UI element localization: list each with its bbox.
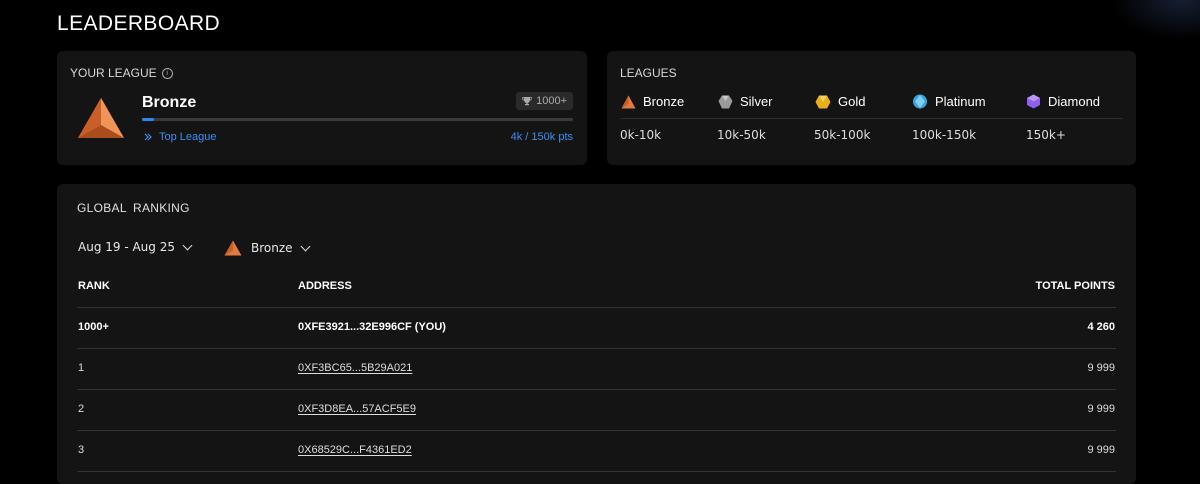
- current-league-name: Bronze: [142, 94, 197, 111]
- top-league-link[interactable]: Top League: [144, 131, 217, 143]
- table-row-address-link[interactable]: 0X68529C...F4361ED2: [298, 444, 412, 456]
- league-name-platinum: Platinum: [935, 94, 986, 109]
- league-range-gold: 50k-100k: [814, 128, 871, 142]
- table-row-rank: 3: [78, 444, 85, 456]
- league-dropdown[interactable]: Bronze: [224, 240, 310, 256]
- silver-gem-icon: [718, 95, 733, 108]
- league-name-silver: Silver: [740, 94, 773, 109]
- your-league-header: YOUR LEAGUE i: [70, 66, 173, 80]
- league-progress-bar: [142, 118, 573, 121]
- chevron-down-icon: [300, 241, 310, 251]
- points-progress-text: 4k / 150k pts: [510, 131, 573, 143]
- league-progress-fill: [142, 118, 154, 121]
- column-header-rank: RANK: [78, 280, 110, 292]
- league-range-bronze: 0k-10k: [620, 128, 662, 142]
- table-row-points: 9 999: [1087, 362, 1115, 374]
- table-row-rank: 1: [78, 362, 85, 374]
- rank-badge: 1000+: [516, 92, 573, 110]
- global-ranking-card: GLOBAL RANKING Aug 19 - Aug 25 Bronze RA…: [57, 184, 1136, 484]
- league-name-gold: Gold: [838, 94, 866, 109]
- corner-glow: [1110, 0, 1200, 40]
- page-title: LEADERBOARD: [57, 12, 221, 35]
- table-row-divider: [77, 430, 1116, 431]
- your-league-title: YOUR LEAGUE: [70, 66, 157, 80]
- leagues-list: Bronze Silver Gold Platinum Diamond: [620, 94, 1123, 118]
- table-row-divider: [77, 471, 1116, 472]
- league-name-bronze: Bronze: [643, 94, 685, 109]
- your-league-card: YOUR LEAGUE i Bronze 1000+ Top League 4k…: [57, 51, 587, 165]
- platinum-gem-icon: [913, 94, 927, 109]
- double-chevron-right-icon: [144, 133, 152, 141]
- table-row-address-link[interactable]: 0XF3BC65...5B29A021: [298, 362, 412, 374]
- table-row-rank: 1000+: [78, 321, 109, 333]
- league-item-platinum: Platinum: [912, 94, 986, 109]
- trophy-icon: [522, 97, 532, 106]
- table-row-rank: 2: [78, 403, 85, 415]
- bronze-league-badge-icon: [78, 98, 124, 138]
- league-range-silver: 10k-50k: [717, 128, 766, 142]
- top-league-label: Top League: [159, 131, 217, 143]
- leagues-card: LEAGUES Bronze Silver Gold Platinum Diam…: [607, 51, 1136, 165]
- table-row-divider: [77, 389, 1116, 390]
- leagues-divider: [620, 118, 1123, 119]
- table-row-address-link[interactable]: 0XF3D8EA...57ACF5E9: [298, 403, 416, 415]
- column-header-address: ADDRESS: [298, 280, 352, 292]
- league-range-platinum: 100k-150k: [912, 128, 977, 142]
- table-row-points: 9 999: [1087, 444, 1115, 456]
- global-ranking-title: GLOBAL RANKING: [77, 201, 190, 215]
- column-header-total-points: TOTAL POINTS: [1035, 280, 1115, 292]
- table-row-address-you: 0XFE3921...32E996CF (YOU): [298, 321, 446, 333]
- bronze-pyramid-icon: [621, 95, 636, 108]
- date-range-value: Aug 19 - Aug 25: [78, 240, 175, 254]
- info-icon[interactable]: i: [161, 67, 173, 79]
- league-item-diamond: Diamond: [1026, 94, 1100, 109]
- league-range-diamond: 150k+: [1026, 128, 1066, 142]
- rank-badge-text: 1000+: [536, 95, 567, 107]
- bronze-pyramid-icon: [224, 240, 242, 256]
- league-item-bronze: Bronze: [621, 94, 684, 109]
- chevron-down-icon: [182, 240, 193, 250]
- league-item-gold: Gold: [815, 94, 865, 109]
- table-header-divider: [77, 307, 1116, 308]
- date-range-dropdown[interactable]: Aug 19 - Aug 25: [78, 240, 193, 254]
- diamond-gem-icon: [1027, 94, 1040, 109]
- table-row-divider: [77, 348, 1116, 349]
- table-row-points: 4 260: [1087, 321, 1115, 333]
- league-dropdown-value: Bronze: [251, 241, 293, 255]
- league-name-diamond: Diamond: [1048, 94, 1101, 109]
- league-item-silver: Silver: [718, 94, 773, 109]
- gold-gem-icon: [815, 95, 831, 108]
- table-row-points: 9 999: [1087, 403, 1115, 415]
- leagues-title: LEAGUES: [620, 66, 677, 80]
